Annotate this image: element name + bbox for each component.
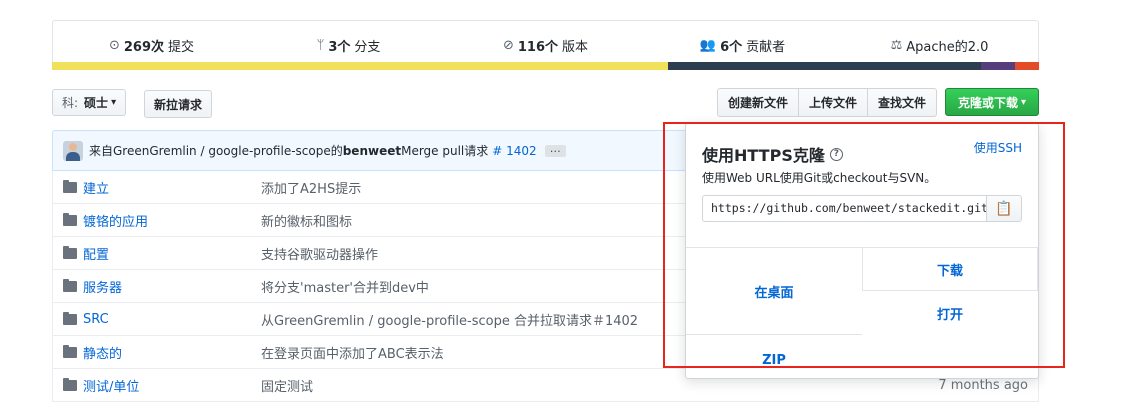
open-in-desktop-button[interactable]: 在桌面 [686, 247, 862, 334]
language-segment [52, 62, 668, 70]
language-segment [668, 62, 981, 70]
folder-icon [63, 377, 77, 391]
tag-icon: ⊘ [502, 38, 514, 53]
language-segment [1015, 62, 1039, 70]
folder-icon [63, 245, 77, 259]
clone-label: 克隆或下载 [957, 95, 1018, 110]
stat-license[interactable]: ⚖ Apache的2.0 [841, 36, 1038, 55]
file-commit-message[interactable]: 添加了A2HS提示 [261, 178, 361, 197]
file-commit-message[interactable]: 新的徽标和图标 [261, 211, 352, 230]
upload-files-button[interactable]: 上传文件 [799, 88, 869, 117]
commit-count: 269次 [123, 40, 165, 55]
license-icon: ⚖ [890, 38, 903, 53]
branch-icon: ᛘ [316, 38, 325, 53]
stat-commits[interactable]: ⊙ 269次 提交 [53, 36, 250, 55]
contributor-count: 6个 [720, 40, 743, 55]
language-bar[interactable] [52, 62, 1039, 70]
commit-icon: ⊙ [108, 38, 120, 53]
contributor-label: 贡献者 [746, 40, 786, 55]
file-actions: 创建新文件 上传文件 查找文件 [717, 88, 938, 117]
chevron-down-icon: ▾ [1020, 96, 1027, 108]
language-segment [981, 62, 1015, 70]
branch-key: 科: [62, 96, 79, 110]
open-button[interactable]: 打开 [862, 291, 1038, 335]
create-file-button[interactable]: 创建新文件 [717, 88, 800, 117]
find-file-button[interactable]: 查找文件 [868, 88, 938, 117]
clone-popup: 使用HTTPS克隆 ? 使用SSH 使用Web URL使用Git或checkou… [685, 123, 1039, 379]
use-ssh-link[interactable]: 使用SSH [974, 139, 1022, 156]
commit-message[interactable]: Merge pull请求 [401, 142, 488, 159]
stat-branches[interactable]: ᛘ 3个 分支 [250, 36, 447, 55]
file-commit-message[interactable]: 在登录页面中添加了ABC表示法 [261, 343, 444, 362]
release-count: 116个 [517, 40, 559, 55]
folder-icon [63, 278, 77, 292]
clone-title-text: 使用HTTPS克隆 [702, 146, 825, 165]
clone-download-button[interactable]: 克隆或下载 ▾ [945, 88, 1039, 116]
expand-commit-button[interactable]: … [544, 143, 566, 157]
clone-description: 使用Web URL使用Git或checkout与SVN。 [702, 171, 937, 185]
contributors-icon: 👥 [699, 38, 717, 53]
commit-label: 提交 [168, 40, 195, 55]
folder-icon [63, 212, 77, 226]
branch-count: 3个 [328, 40, 351, 55]
release-label: 版本 [562, 40, 589, 55]
file-name[interactable]: SRC [83, 312, 261, 327]
folder-icon [63, 179, 77, 193]
file-name[interactable]: 静态的 [83, 343, 261, 362]
file-name[interactable]: 服务器 [83, 277, 261, 296]
pull-request-link[interactable]: # 1402 [492, 144, 536, 158]
stat-releases[interactable]: ⊘ 116个 版本 [447, 36, 644, 55]
commit-prefix: 来自GreenGremlin / google-profile-scope的 [89, 144, 343, 158]
avatar[interactable] [63, 140, 83, 161]
clone-url-input[interactable]: https://github.com/benweet/stackedit.git [702, 195, 987, 222]
license-label: Apache的2.0 [906, 40, 989, 55]
download-button[interactable]: 下载 [862, 247, 1038, 291]
file-age: 7 months ago [938, 377, 1028, 393]
download-zip-button[interactable]: ZIP [686, 334, 862, 378]
file-name[interactable]: 镀铬的应用 [83, 211, 261, 230]
chevron-down-icon: ▾ [111, 97, 117, 108]
folder-icon [63, 344, 77, 358]
file-commit-message[interactable]: 将分支'master'合并到dev中 [261, 277, 429, 296]
file-commit-message[interactable]: 从GreenGremlin / google-profile-scope 合并拉… [261, 310, 638, 329]
file-name[interactable]: 测试/单位 [83, 376, 261, 395]
folder-icon [63, 311, 77, 325]
branch-name: 硕士 [84, 96, 109, 110]
copy-url-button[interactable]: 📋 [986, 195, 1022, 222]
commit-author[interactable]: benweet [343, 144, 401, 158]
clone-popup-title: 使用HTTPS克隆 ? [702, 142, 843, 166]
file-name[interactable]: 配置 [83, 244, 261, 263]
file-commit-message[interactable]: 固定测试 [261, 376, 313, 395]
branch-label: 分支 [354, 40, 381, 55]
stat-contributors[interactable]: 👥 6个 贡献者 [644, 36, 841, 55]
clipboard-icon: 📋 [995, 200, 1013, 217]
branch-select[interactable]: 科: 硕士 ▾ [52, 89, 127, 116]
help-icon[interactable]: ? [829, 147, 843, 161]
file-commit-message[interactable]: 支持谷歌驱动器操作 [261, 244, 378, 263]
new-pull-request-button[interactable]: 新拉请求 [144, 90, 213, 118]
file-name[interactable]: 建立 [83, 178, 261, 197]
